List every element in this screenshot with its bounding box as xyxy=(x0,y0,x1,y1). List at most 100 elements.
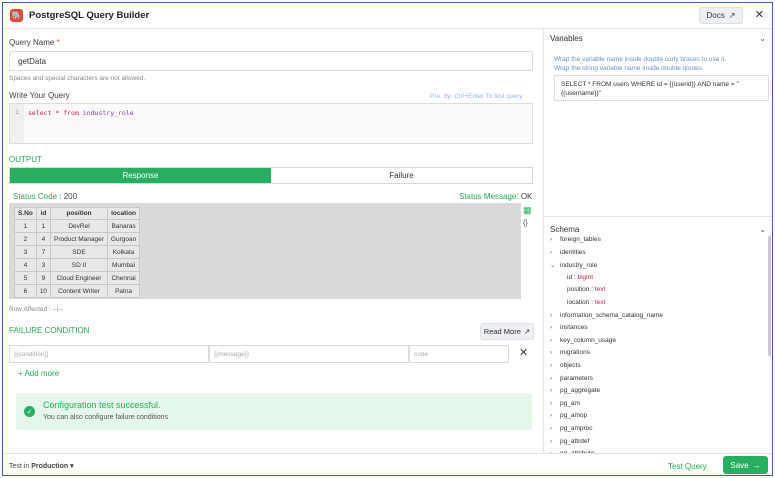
schema-item-label: migrations xyxy=(560,349,590,357)
table-cell: 10 xyxy=(35,284,52,298)
schema-item-label: information_schema_catalog_name xyxy=(560,311,663,319)
variables-hint: Wrap the variable name inside double cur… xyxy=(554,56,727,72)
schema-item-label: pg_amproc xyxy=(560,425,593,432)
table-cell: 3 xyxy=(14,245,37,259)
environment-select[interactable]: Production ▾ xyxy=(31,463,73,470)
table-cell: 3 xyxy=(35,258,52,272)
schema-item[interactable]: › migrations xyxy=(550,349,590,356)
schema-item-label: instances xyxy=(560,324,588,332)
save-label: Save xyxy=(730,460,749,470)
schema-item-label: pg_am xyxy=(560,399,580,407)
app-window: 🐘 PostgreSQL Query Builder Docs ↗ ✕ Query… xyxy=(2,2,773,476)
header: 🐘 PostgreSQL Query Builder Docs ↗ ✕ xyxy=(3,3,772,29)
docs-button[interactable]: Docs ↗ xyxy=(699,7,743,24)
chevron-right-icon: › xyxy=(550,236,553,243)
table-body: 1 1 DevRel Banaras 2 4 Product Manager Gurgoan 3… xyxy=(14,219,141,298)
check-icon: ✓ xyxy=(24,406,35,417)
external-link-icon: ↗ xyxy=(523,327,531,336)
schema-item[interactable]: › pg_aggregate xyxy=(550,387,600,394)
test-in: Test in Production ▾ xyxy=(9,463,74,470)
schema-item[interactable]: › pg_amproc xyxy=(550,425,593,432)
add-more-button[interactable]: + Add more xyxy=(18,369,59,378)
chevron-right-icon: › xyxy=(550,311,553,319)
schema-column: location : text xyxy=(567,299,606,306)
chevron-down-icon[interactable]: ⌄ xyxy=(759,34,766,43)
query-name-input[interactable]: getData xyxy=(9,51,533,71)
schema-column: id : bigint xyxy=(567,273,594,281)
chevron-right-icon: › xyxy=(550,412,553,420)
chevron-right-icon: › xyxy=(550,374,553,382)
table-cell: SD II xyxy=(50,258,108,272)
code-input[interactable]: code xyxy=(409,345,509,363)
read-more-button[interactable]: Read More ↗ xyxy=(480,323,534,340)
table-row: 4 3 SD II Mumbai xyxy=(14,258,141,272)
message-input[interactable]: {{message}} xyxy=(209,345,409,363)
tab-failure[interactable]: Failure xyxy=(271,168,532,183)
schema-item[interactable]: › objects xyxy=(550,362,581,369)
schema-item-label: identities xyxy=(560,248,586,256)
schema-item[interactable]: › pg_amop xyxy=(550,412,587,419)
table-cell: Product Manager xyxy=(50,232,108,246)
schema-item[interactable]: › information_schema_catalog_name xyxy=(550,312,663,319)
table-cell: 7 xyxy=(35,245,52,259)
chevron-down-icon: ⌄ xyxy=(550,262,556,270)
table-cell: Cloud Engineer xyxy=(50,271,108,285)
column-header: S.No xyxy=(14,207,37,220)
table-cell: 4 xyxy=(14,258,37,272)
remove-condition-icon[interactable]: ✕ xyxy=(519,346,528,359)
schema-item[interactable]: › instances xyxy=(550,324,587,331)
column-header: id xyxy=(35,207,52,220)
shortcut-hint: Pre. tty: Ctrl+Enter To test query xyxy=(430,93,523,100)
variables-example: SELECT * FROM users WHERE id = {{userid}… xyxy=(554,75,769,101)
schema-item[interactable]: › identities xyxy=(550,249,586,256)
condition-input[interactable]: {{condition}} xyxy=(9,345,209,363)
json-view-icon[interactable]: {} xyxy=(523,220,533,227)
table-row: 1 1 DevRel Banaras xyxy=(14,219,141,233)
side-panel: Variables ⌄ Wrap the variable name insid… xyxy=(543,29,772,453)
chevron-right-icon: › xyxy=(550,437,553,445)
query-editor[interactable]: 1 select * from industry_role xyxy=(9,103,533,144)
table-cell: 6 xyxy=(14,284,37,298)
success-title: Configuration test successful. xyxy=(43,400,161,410)
table-view-icon[interactable]: ▦ xyxy=(523,205,533,216)
schema-item[interactable]: › foreign_tables xyxy=(550,236,601,243)
schema-item[interactable]: ⌄ industry_role xyxy=(550,261,598,270)
chevron-down-icon[interactable]: ⌄ xyxy=(759,225,766,234)
column-header: location xyxy=(106,207,141,220)
chevron-right-icon: › xyxy=(550,399,553,407)
table-cell: 1 xyxy=(14,219,37,233)
status-code: Status Code : 200 xyxy=(13,192,78,201)
close-icon[interactable]: ✕ xyxy=(755,9,764,21)
table-row: 2 4 Product Manager Gurgoan xyxy=(14,232,141,246)
arrow-right-icon: → xyxy=(752,460,761,470)
schema-item-label: industry_role xyxy=(560,261,598,269)
schema-item-label: pg_aggregate xyxy=(560,387,601,395)
table-cell: Mumbai xyxy=(106,258,141,272)
test-query-button[interactable]: Test Query xyxy=(668,462,707,471)
schema-item-label: parameters xyxy=(560,374,593,382)
external-link-icon: ↗ xyxy=(728,11,736,20)
schema-column: position : text xyxy=(567,286,606,294)
schema-title: Schema xyxy=(550,225,580,234)
schema-item[interactable]: › key_column_usage xyxy=(550,337,616,344)
table-cell: 1 xyxy=(35,219,52,233)
chevron-right-icon: › xyxy=(550,248,553,256)
output-tabs: Response Failure xyxy=(9,167,533,184)
read-more-label: Read More xyxy=(483,327,521,336)
chevron-right-icon: › xyxy=(550,425,553,432)
footer: Test in Production ▾ xyxy=(3,453,772,475)
tab-response[interactable]: Response xyxy=(10,168,271,183)
result-table-container: S.No id position location 1 1 DevRel Banaras 2 4… xyxy=(9,203,521,299)
query-name-label: Query Name * xyxy=(9,38,60,47)
table-row: 5 9 Cloud Engineer Chennai xyxy=(14,271,141,285)
table-cell: SDE xyxy=(50,245,108,259)
schema-item[interactable]: › pg_am xyxy=(550,400,580,407)
schema-item[interactable]: › parameters xyxy=(550,375,593,382)
output-label: OUTPUT xyxy=(9,155,42,164)
schema-item[interactable]: › pg_attrdef xyxy=(550,438,589,445)
table-row: 3 7 SDE Kolkata xyxy=(14,245,141,259)
save-button[interactable]: Save → xyxy=(723,456,768,474)
scrollbar[interactable] xyxy=(768,236,771,356)
docs-label: Docs xyxy=(706,11,725,20)
table-cell: 4 xyxy=(35,232,52,246)
